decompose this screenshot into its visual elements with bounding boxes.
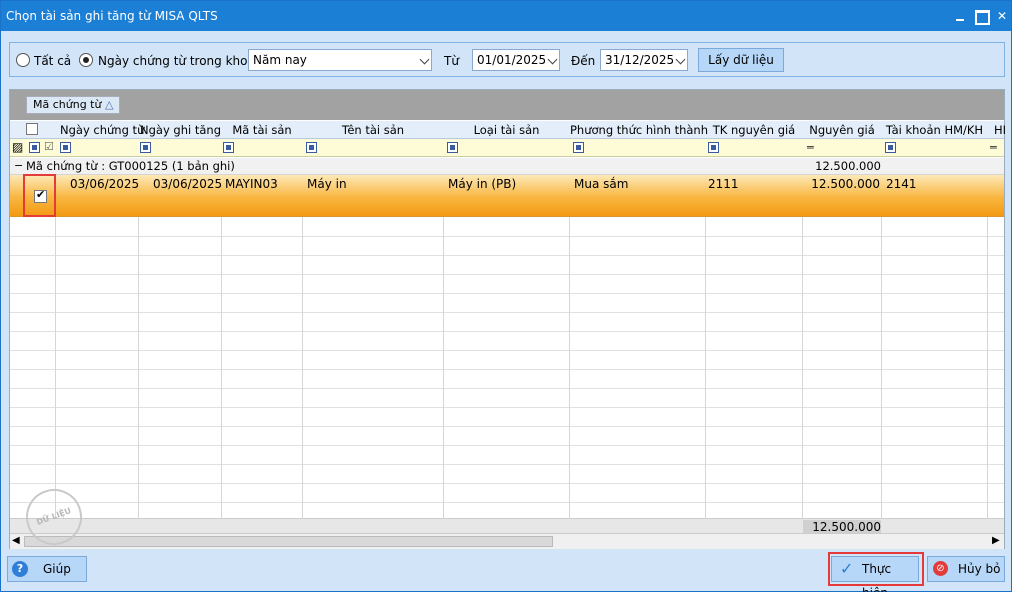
collapse-icon[interactable]: −	[14, 159, 23, 172]
footer-total: 12.500.000	[803, 520, 881, 534]
cell-nguyen-gia: 12.500.000	[811, 177, 880, 191]
from-label: Từ	[444, 54, 459, 68]
group-by-panel: Mã chứng từ △	[10, 90, 1004, 120]
filter-icon[interactable]	[140, 142, 151, 153]
column-header-row: Ngày chứng từ Ngày ghi tăng Mã tài sản T…	[10, 121, 1006, 139]
col-tk-hm-kh[interactable]: Tài khoản HM/KH	[882, 123, 987, 137]
filter-icon[interactable]	[885, 142, 896, 153]
from-date-value: 01/01/2025	[477, 53, 547, 67]
radio-date-range[interactable]	[79, 53, 93, 67]
help-button-label: Giúp	[43, 562, 71, 576]
close-icon[interactable]: ✕	[992, 6, 1012, 26]
col-tk-nguyen-gia[interactable]: TK nguyên giá	[706, 123, 802, 137]
radio-all[interactable]	[16, 53, 30, 67]
cancel-button[interactable]: ⊘ Hủy bỏ	[927, 556, 1005, 582]
scroll-right-icon[interactable]: ▶	[992, 535, 1000, 546]
filter-icon[interactable]	[708, 142, 719, 153]
help-button[interactable]: ? Giúp	[7, 556, 87, 582]
chevron-down-icon[interactable]	[675, 54, 686, 65]
equals-filter-icon[interactable]: ═	[990, 141, 997, 154]
group-by-tag-label: Mã chứng từ	[33, 98, 102, 111]
group-row-label: Mã chứng từ : GT000125 (1 bản ghi)	[26, 159, 235, 173]
title-bar: Chọn tài sản ghi tăng từ MISA QLTS ✕	[1, 1, 1011, 31]
chevron-down-icon[interactable]	[547, 54, 558, 65]
dialog-window: Chọn tài sản ghi tăng từ MISA QLTS ✕ Tất…	[0, 0, 1012, 592]
filter-panel: Tất cả Ngày chứng từ trong khoảng Năm na…	[9, 42, 1005, 77]
equals-filter-icon[interactable]: ═	[807, 141, 814, 154]
minimize-icon[interactable]	[951, 6, 971, 26]
col-ngay-ghi-tang[interactable]: Ngày ghi tăng	[139, 123, 222, 137]
period-select[interactable]: Năm nay	[248, 49, 432, 71]
execute-highlight	[828, 552, 924, 586]
edit-filter-icon[interactable]: ▨	[12, 140, 23, 154]
radio-date-range-label[interactable]: Ngày chứng từ trong khoảng	[98, 54, 270, 68]
group-by-tag[interactable]: Mã chứng từ △	[26, 96, 121, 114]
asset-grid: Mã chứng từ △ Ngày chứng từ Ngày ghi tăn…	[9, 89, 1006, 549]
load-data-button[interactable]: Lấy dữ liệu	[698, 48, 784, 72]
cell-ma-tai-san: MAYIN03	[225, 177, 278, 191]
sort-asc-icon: △	[104, 98, 114, 111]
col-loai-tai-san[interactable]: Loại tài sản	[444, 123, 569, 137]
window-title: Chọn tài sản ghi tăng từ MISA QLTS	[6, 9, 218, 23]
table-row[interactable]: ✔ 03/06/2025 03/06/2025 MAYIN03 Máy in M…	[10, 175, 1004, 217]
filter-row: ▨ ☑ ═ ═	[10, 139, 1004, 157]
col-phuong-thuc[interactable]: Phương thức hình thành	[570, 123, 708, 137]
col-nguyen-gia[interactable]: Nguyên giá	[803, 123, 881, 137]
check-filter-icon[interactable]: ☑	[44, 140, 54, 153]
group-row[interactable]: − Mã chứng từ : GT000125 (1 bản ghi) 12.…	[10, 158, 1004, 175]
cell-tk-nguyen-gia: 2111	[708, 177, 739, 191]
checkbox-highlight	[23, 174, 56, 217]
to-date-value: 31/12/2025	[605, 53, 675, 67]
cell-ngay-ghi-tang: 03/06/2025	[153, 177, 223, 191]
cancel-button-label: Hủy bỏ	[958, 562, 1001, 576]
cell-ngay-chung-tu: 03/06/2025	[70, 177, 140, 191]
chevron-down-icon[interactable]	[419, 54, 430, 65]
col-ma-tai-san[interactable]: Mã tài sản	[222, 123, 302, 137]
scroll-thumb[interactable]	[24, 536, 553, 547]
filter-icon[interactable]	[60, 142, 71, 153]
to-label: Đến	[571, 54, 596, 68]
summary-footer: 12.500.000	[10, 518, 1004, 534]
filter-icon[interactable]	[29, 142, 40, 153]
maximize-icon[interactable]	[971, 6, 991, 26]
cancel-icon: ⊘	[933, 561, 948, 576]
col-ten-tai-san[interactable]: Tên tài sản	[303, 123, 443, 137]
cell-ten-tai-san: Máy in	[307, 177, 347, 191]
col-ngay-chung-tu[interactable]: Ngày chứng từ	[60, 123, 144, 137]
period-select-value: Năm nay	[253, 53, 307, 67]
filter-icon[interactable]	[223, 142, 234, 153]
filter-icon[interactable]	[447, 142, 458, 153]
col-hi[interactable]: HI	[994, 123, 1006, 137]
group-row-total: 12.500.000	[815, 159, 881, 173]
cell-tk-hm-kh: 2141	[886, 177, 917, 191]
cell-phuong-thuc: Mua sắm	[574, 177, 629, 191]
radio-all-label[interactable]: Tất cả	[34, 54, 71, 68]
scroll-left-icon[interactable]: ◀	[12, 535, 20, 546]
help-icon: ?	[12, 561, 28, 577]
cell-loai-tai-san: Máy in (PB)	[448, 177, 517, 191]
to-date-input[interactable]: 31/12/2025	[600, 49, 688, 71]
select-all-checkbox[interactable]	[26, 123, 38, 135]
filter-icon[interactable]	[306, 142, 317, 153]
from-date-input[interactable]: 01/01/2025	[472, 49, 560, 71]
horizontal-scrollbar[interactable]: ◀ ▶	[10, 533, 1004, 549]
filter-icon[interactable]	[573, 142, 584, 153]
